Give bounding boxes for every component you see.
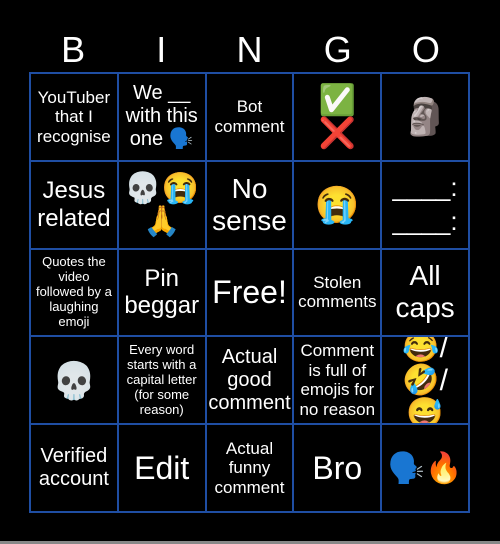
- bingo-cell[interactable]: Bro: [293, 424, 382, 512]
- bingo-cell-crying-emoji[interactable]: 😭: [293, 160, 382, 249]
- header-letter-n: N: [236, 29, 263, 70]
- bingo-cell[interactable]: Stolen comments: [293, 248, 382, 337]
- bingo-cell-laughing-emojis[interactable]: 😂/🤣/😅: [381, 336, 469, 425]
- bingo-cell[interactable]: Edit: [117, 424, 206, 512]
- bingo-grid: YouTuber that I recognise We __ with thi…: [29, 72, 470, 513]
- bingo-cell[interactable]: All caps: [381, 248, 469, 337]
- bingo-cell[interactable]: Pin beggar: [117, 248, 206, 337]
- bingo-header: B I N G O: [29, 28, 470, 72]
- bingo-cell[interactable]: Jesus related: [30, 160, 118, 249]
- bingo-cell[interactable]: Actual good comment: [205, 336, 294, 425]
- header-letter-g: G: [323, 29, 352, 70]
- header-letter-i: I: [156, 29, 167, 70]
- bingo-cell[interactable]: No sense: [205, 160, 294, 249]
- bingo-cell[interactable]: Quotes the video followed by a laughing …: [30, 248, 118, 337]
- bingo-free-space[interactable]: Free!: [205, 248, 294, 337]
- bingo-cell[interactable]: Actual funny comment: [205, 424, 294, 512]
- bingo-cell-speaking-fire-emoji[interactable]: 🗣️🔥: [381, 424, 469, 512]
- bingo-cell[interactable]: Comment is full of emojis for no reason: [293, 336, 382, 425]
- bingo-cell-moai-emoji[interactable]: 🗿: [381, 73, 469, 161]
- bingo-cell-skull-cry-pray-emoji[interactable]: 💀😭🙏: [117, 160, 206, 249]
- bingo-cell[interactable]: Verified account: [30, 424, 118, 512]
- header-letter-o: O: [411, 29, 440, 70]
- bingo-cell[interactable]: We __ with this one 🗣️: [117, 73, 206, 161]
- bingo-cell[interactable]: Bot comment: [205, 73, 294, 161]
- bingo-cell-blanks[interactable]: ____: ____:: [381, 160, 469, 249]
- bingo-cell[interactable]: Every word starts with a capital letter …: [117, 336, 206, 425]
- header-letter-b: B: [61, 29, 86, 70]
- bingo-cell-skull-emoji[interactable]: 💀: [30, 336, 118, 425]
- bingo-cell[interactable]: YouTuber that I recognise: [30, 73, 118, 161]
- bingo-cell-check-cross-emoji[interactable]: ✅ ❌: [293, 73, 382, 161]
